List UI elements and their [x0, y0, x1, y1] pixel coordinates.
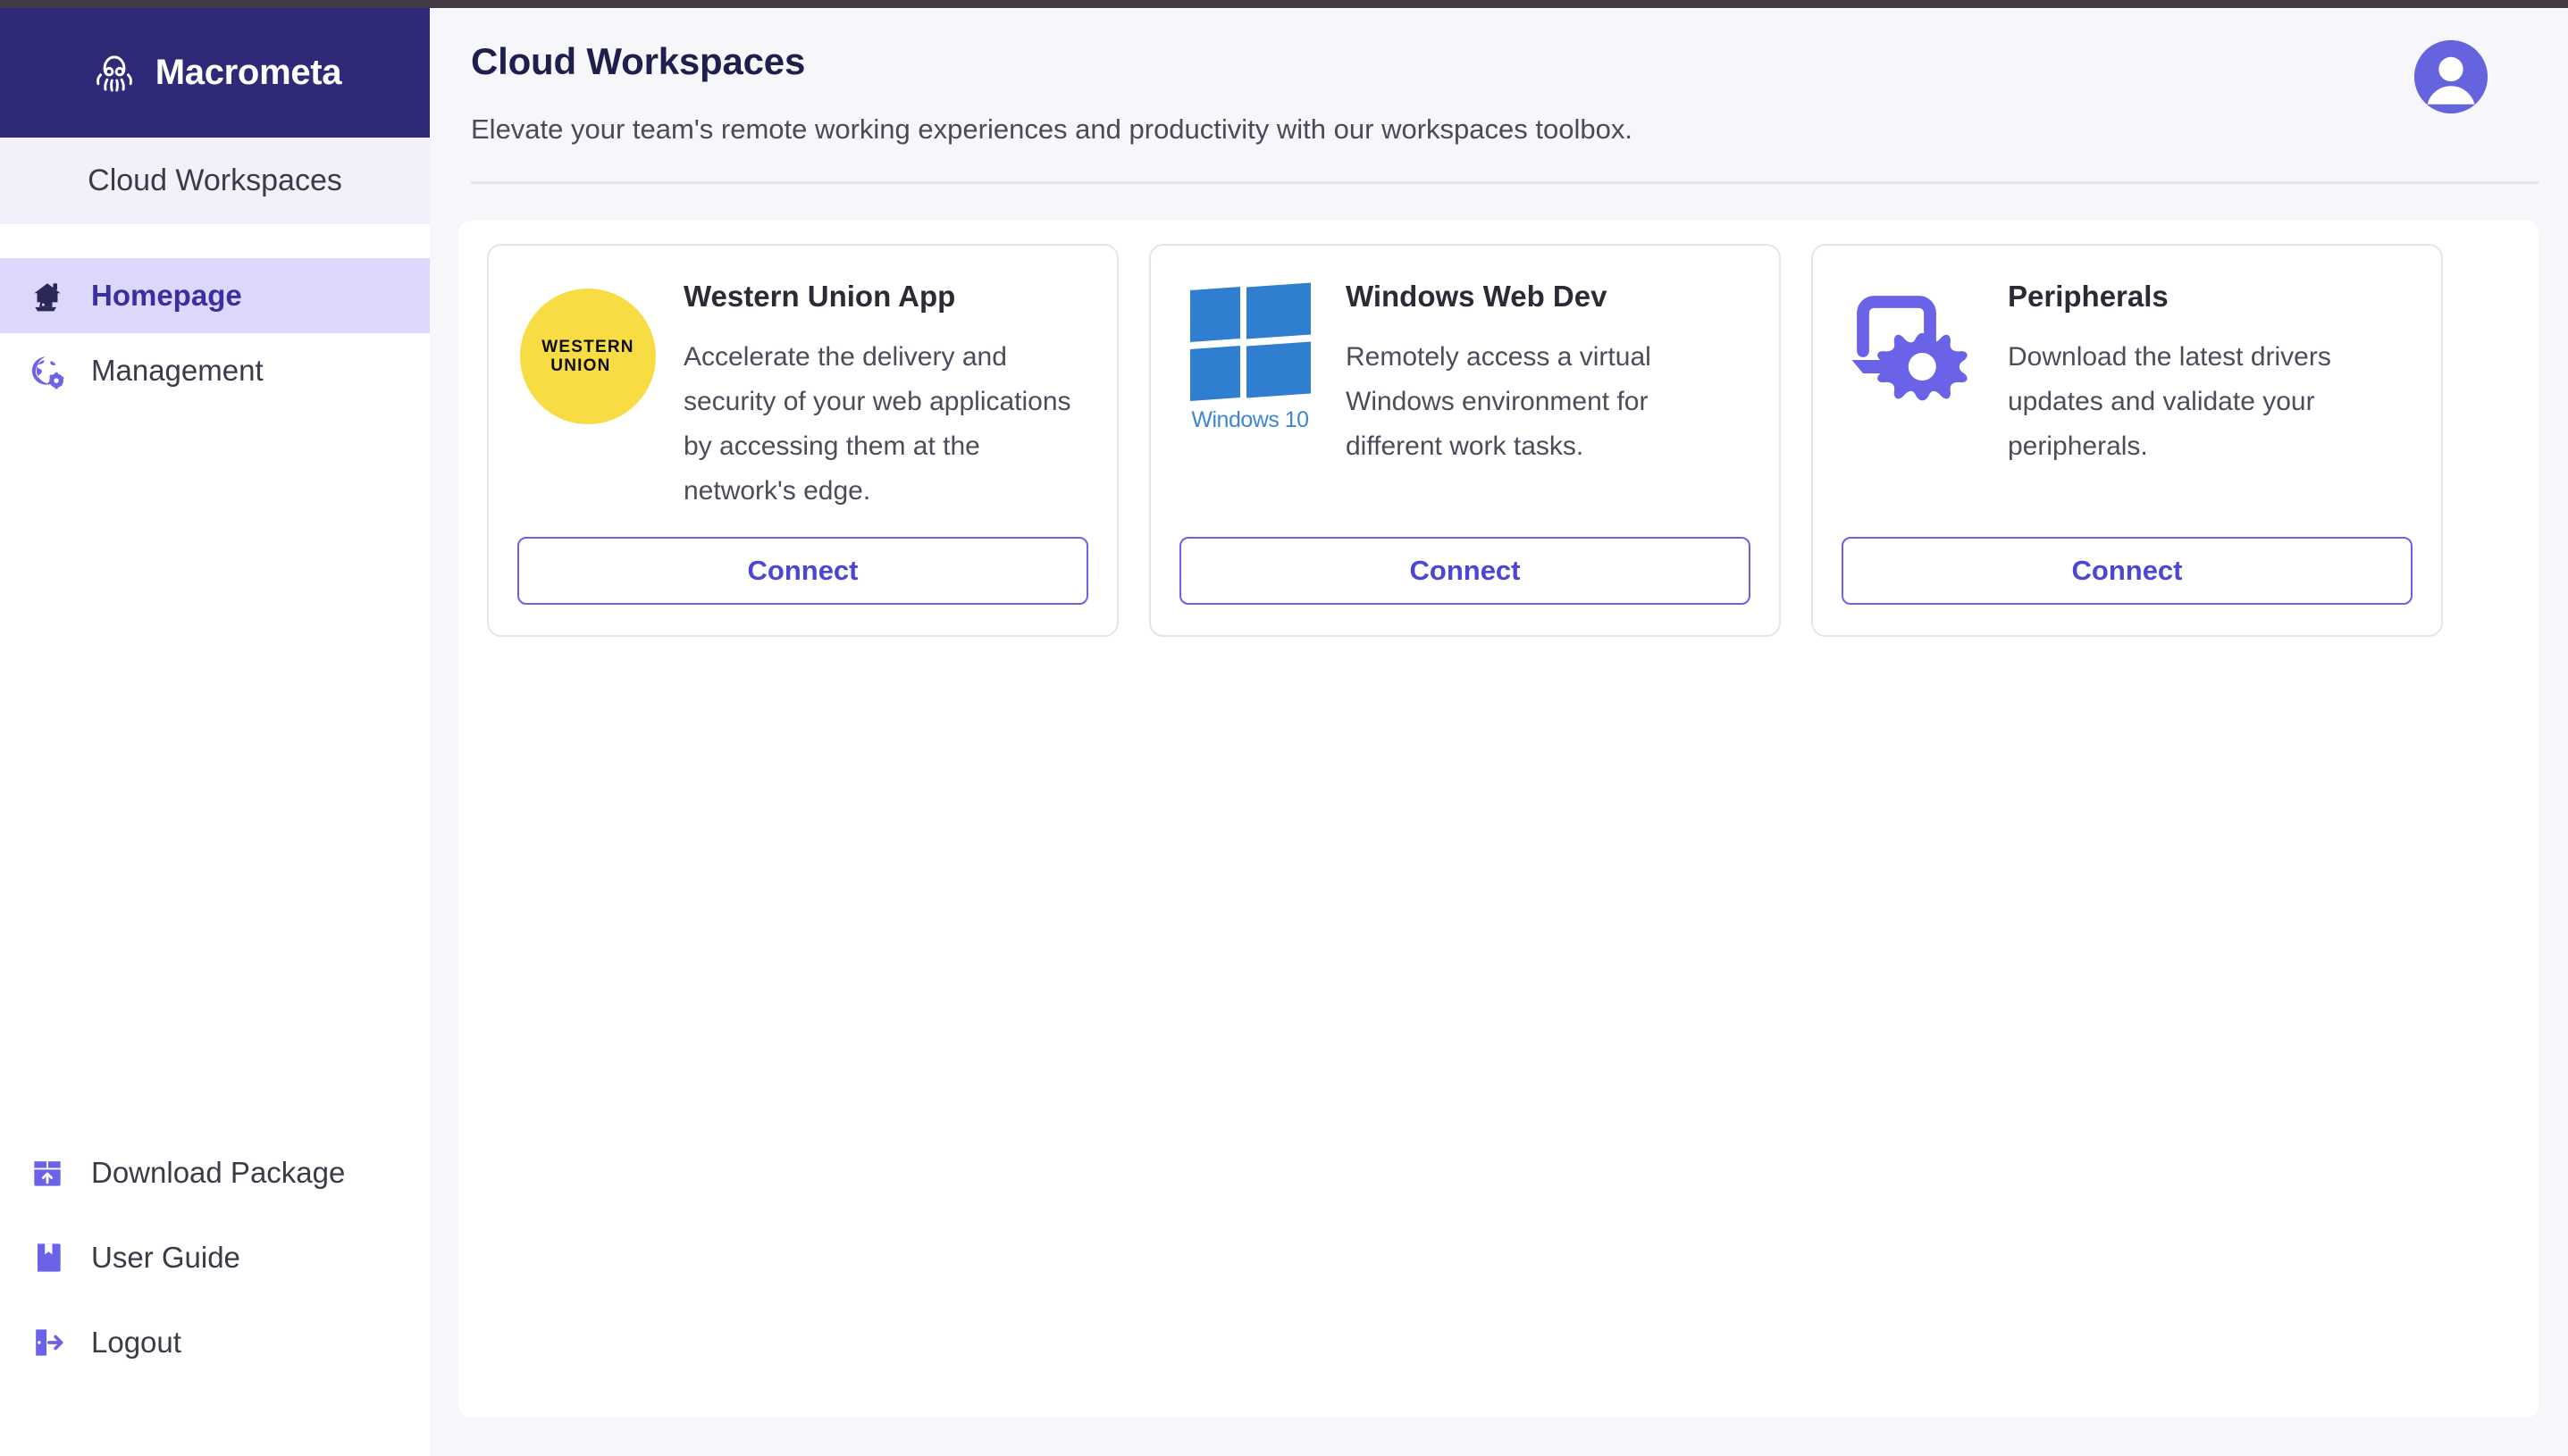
card-description: Accelerate the delivery and security of … — [684, 342, 1071, 506]
sidebar-item-management[interactable]: Management — [0, 333, 430, 408]
card-body: Peripherals Download the latest drivers … — [1842, 272, 2413, 514]
sidebar-item-label: Homepage — [91, 279, 242, 312]
western-union-logo-icon: WESTERN UNION — [520, 289, 656, 424]
card-text: Western Union App Accelerate the deliver… — [684, 272, 1088, 514]
card-description: Remotely access a virtual Windows enviro… — [1346, 342, 1651, 461]
device-settings-icon — [1844, 289, 1980, 418]
western-union-line2: UNION — [550, 356, 611, 375]
sidebar-item-label: Management — [91, 354, 264, 387]
header-divider — [471, 181, 2539, 184]
page-header: Cloud Workspaces Elevate your team's rem… — [430, 8, 2568, 180]
card-logo: WESTERN UNION — [517, 272, 659, 424]
card-text: Peripherals Download the latest drivers … — [2008, 272, 2413, 469]
book-icon — [27, 1237, 68, 1278]
secondary-nav: Download Package User Guide Logout — [0, 1130, 430, 1456]
connect-button[interactable]: Connect — [1179, 537, 1750, 605]
card-body: WESTERN UNION Western Union App Accelera… — [517, 272, 1088, 514]
sidebar-item-label: Logout — [91, 1325, 181, 1359]
card-logo: Windows 10 — [1179, 272, 1321, 433]
windows-10-logo-icon: Windows 10 — [1189, 282, 1311, 433]
package-download-icon — [27, 1152, 68, 1193]
logout-icon — [27, 1322, 68, 1363]
card-logo — [1842, 272, 1983, 418]
main-content: Cloud Workspaces Elevate your team's rem… — [430, 8, 2568, 1456]
primary-nav: Homepage Management — [0, 258, 430, 408]
card-title: Windows Web Dev — [1346, 280, 1607, 313]
workspace-card: Windows 10 Windows Web Dev Remotely acce… — [1149, 244, 1781, 637]
sidebar-item-download-package[interactable]: Download Package — [0, 1130, 430, 1215]
sidebar-item-user-guide[interactable]: User Guide — [0, 1215, 430, 1300]
sidebar-item-label: Download Package — [91, 1155, 346, 1189]
sidebar-workspace-label: Cloud Workspaces — [88, 163, 342, 197]
windows-logo-label: Windows 10 — [1191, 407, 1309, 432]
home-office-icon — [27, 275, 68, 316]
page-subtitle: Elevate your team's remote working exper… — [471, 113, 1632, 145]
card-title: Western Union App — [684, 280, 956, 313]
workspace-card: WESTERN UNION Western Union App Accelera… — [487, 244, 1119, 637]
card-description: Download the latest drivers updates and … — [2008, 342, 2331, 461]
sidebar: Macrometa Cloud Workspaces Homepage Mana… — [0, 8, 430, 1456]
workspace-card-grid: WESTERN UNION Western Union App Accelera… — [487, 244, 2506, 637]
brand-name: Macrometa — [155, 53, 342, 92]
card-text: Windows Web Dev Remotely access a virtua… — [1346, 272, 1750, 469]
page-title: Cloud Workspaces — [471, 40, 806, 82]
browser-top-strip — [0, 0, 2568, 8]
sidebar-item-label: User Guide — [91, 1240, 240, 1274]
brand-header: Macrometa — [0, 8, 430, 138]
workspace-card: Peripherals Download the latest drivers … — [1811, 244, 2443, 637]
sidebar-workspace-header: Cloud Workspaces — [0, 138, 430, 224]
connect-button[interactable]: Connect — [517, 537, 1088, 605]
user-avatar-icon[interactable] — [2414, 40, 2488, 113]
sidebar-item-homepage[interactable]: Homepage — [0, 258, 430, 333]
card-title: Peripherals — [2008, 280, 2169, 313]
western-union-line1: WESTERN — [541, 338, 634, 356]
connect-button[interactable]: Connect — [1842, 537, 2413, 605]
globe-gear-icon — [27, 350, 68, 391]
card-body: Windows 10 Windows Web Dev Remotely acce… — [1179, 272, 1750, 514]
sidebar-item-logout[interactable]: Logout — [0, 1300, 430, 1385]
content-panel: WESTERN UNION Western Union App Accelera… — [458, 221, 2539, 1418]
octopus-logo-icon — [88, 47, 140, 99]
